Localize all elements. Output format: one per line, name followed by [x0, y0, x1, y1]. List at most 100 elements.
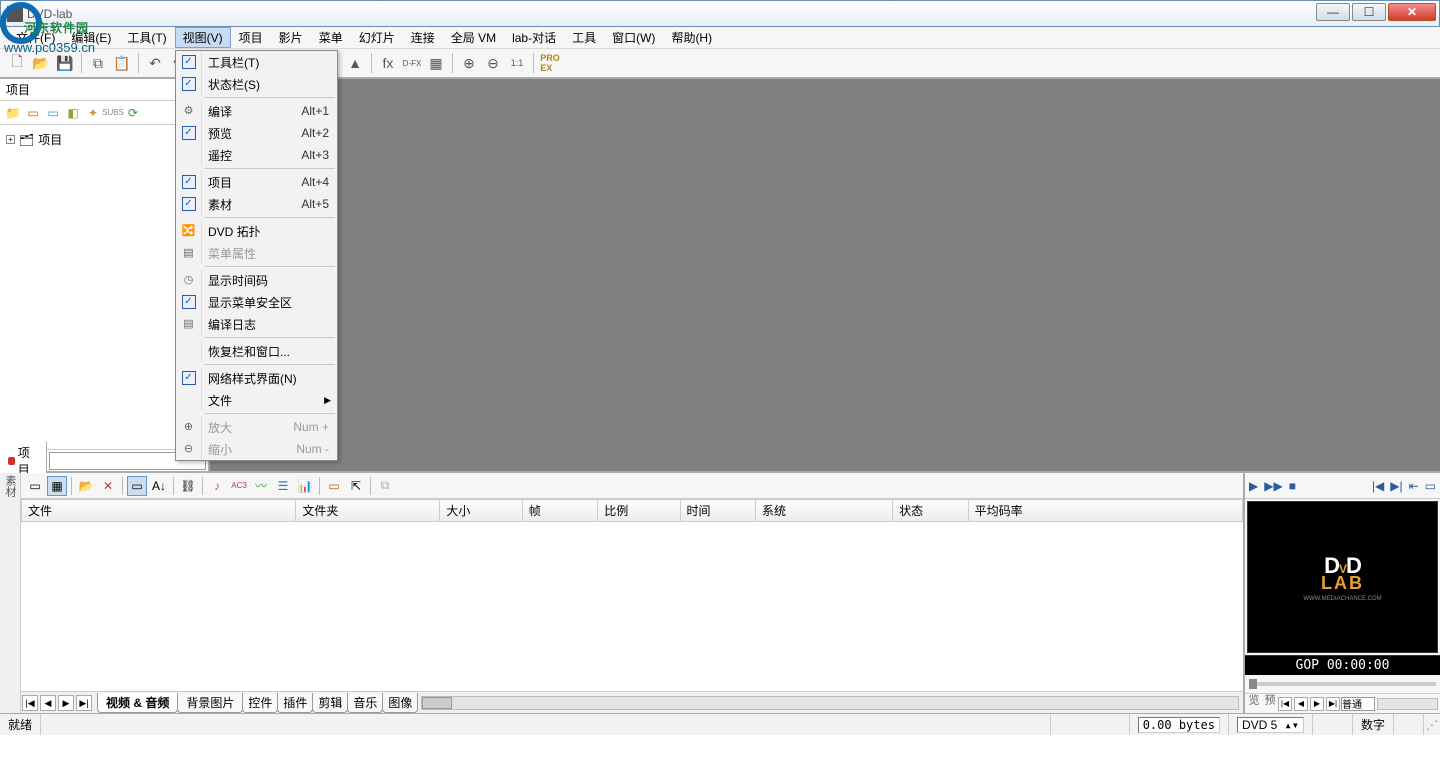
asset-delete-icon[interactable]: ✕: [98, 476, 118, 496]
menuitem-4[interactable]: ✓预览Alt+2: [176, 122, 337, 144]
assets-scrollbar[interactable]: [421, 696, 1239, 710]
open-icon[interactable]: 📂: [30, 52, 52, 74]
menu-9[interactable]: 全局 VM: [443, 27, 504, 48]
assets-table[interactable]: 文件文件夹大小帧比例时间系统状态平均码率: [21, 499, 1243, 691]
asset-wave-icon[interactable]: 〰: [251, 476, 271, 496]
asset-tab-1[interactable]: 背景图片: [177, 693, 243, 713]
asset-tab-0[interactable]: 视频 & 音频: [97, 693, 178, 713]
menu-5[interactable]: 影片: [271, 27, 311, 48]
new-icon[interactable]: 🗋: [6, 52, 28, 74]
asset-tab-4[interactable]: 剪辑: [312, 693, 348, 713]
col-7[interactable]: 状态: [893, 500, 968, 522]
menu-6[interactable]: 菜单: [311, 27, 351, 48]
menuitem-15[interactable]: ▤编译日志: [176, 313, 337, 335]
resize-grip-icon[interactable]: ⋰: [1424, 718, 1440, 732]
ff-icon[interactable]: ▶▶: [1264, 479, 1282, 493]
zoom-in-icon[interactable]: ⊕: [458, 52, 480, 74]
mark-in-icon[interactable]: ⇤: [1409, 479, 1419, 493]
menuitem-1[interactable]: ✓状态栏(S): [176, 73, 337, 95]
fx-icon[interactable]: fx: [377, 52, 399, 74]
menuitem-3[interactable]: ⚙编译Alt+1: [176, 100, 337, 122]
canvas-area[interactable]: [210, 79, 1440, 471]
film-icon[interactable]: ▦: [425, 52, 447, 74]
col-8[interactable]: 平均码率: [968, 500, 1242, 522]
col-4[interactable]: 比例: [598, 500, 680, 522]
pv-first-icon[interactable]: |◀: [1278, 697, 1292, 711]
pv-prev-icon[interactable]: ◀: [1294, 697, 1308, 711]
asset-add-icon[interactable]: ▭: [127, 476, 147, 496]
asset-copy-icon[interactable]: ⧉: [375, 476, 395, 496]
menu-2[interactable]: 工具(T): [119, 27, 174, 48]
status-disc[interactable]: DVD 5 ▴▾: [1237, 717, 1304, 733]
tree-fx-icon[interactable]: ✦: [84, 104, 102, 122]
menuitem-8[interactable]: ✓素材Alt+5: [176, 193, 337, 215]
copy-icon[interactable]: ⧉: [87, 52, 109, 74]
tab-first-icon[interactable]: |◀: [22, 695, 38, 711]
menu-11[interactable]: 工具: [564, 27, 604, 48]
pv-next-icon[interactable]: ▶: [1310, 697, 1324, 711]
col-6[interactable]: 系统: [755, 500, 892, 522]
tree-slide-icon[interactable]: ◧: [64, 104, 82, 122]
maximize-button[interactable]: ☐: [1352, 3, 1386, 21]
asset-new-icon[interactable]: ▭: [25, 476, 45, 496]
preview-mode-input[interactable]: [1341, 697, 1375, 711]
col-0[interactable]: 文件: [22, 500, 296, 522]
menuitem-14[interactable]: ✓显示菜单安全区: [176, 291, 337, 313]
step-fwd-icon[interactable]: ▶|: [1390, 479, 1402, 493]
asset-link-icon[interactable]: ⛓: [178, 476, 198, 496]
menu-13[interactable]: 帮助(H): [663, 27, 720, 48]
col-2[interactable]: 大小: [440, 500, 522, 522]
menu-7[interactable]: 幻灯片: [351, 27, 403, 48]
asset-open-icon[interactable]: 📂: [76, 476, 96, 496]
paste-icon[interactable]: 📋: [111, 52, 133, 74]
menuitem-19[interactable]: ✓网络样式界面(N): [176, 367, 337, 389]
save-icon[interactable]: 💾: [54, 52, 76, 74]
expand-icon[interactable]: +: [6, 135, 15, 144]
mark-out-icon[interactable]: ▭: [1425, 479, 1436, 493]
asset-export-icon[interactable]: ⇱: [346, 476, 366, 496]
menuitem-20[interactable]: 文件▶: [176, 389, 337, 411]
menu-8[interactable]: 连接: [403, 27, 443, 48]
asset-audio-icon[interactable]: ♪: [207, 476, 227, 496]
minimize-button[interactable]: —: [1316, 3, 1350, 21]
menu-12[interactable]: 窗口(W): [604, 27, 663, 48]
col-3[interactable]: 帧: [522, 500, 597, 522]
dfx-icon[interactable]: D-FX: [401, 52, 423, 74]
asset-tab-6[interactable]: 图像: [382, 693, 418, 713]
tree-root-item[interactable]: + 🗂 项目: [6, 131, 202, 148]
close-button[interactable]: ✕: [1388, 3, 1436, 21]
menuitem-17[interactable]: 恢复栏和窗口...: [176, 340, 337, 362]
asset-tab-2[interactable]: 控件: [242, 693, 278, 713]
menuitem-5[interactable]: 遥控Alt+3: [176, 144, 337, 166]
tree-new-icon[interactable]: 📁: [4, 104, 22, 122]
tree-subs-icon[interactable]: SUBS: [104, 104, 122, 122]
col-5[interactable]: 时间: [680, 500, 755, 522]
tree-refresh-icon[interactable]: ⟳: [124, 104, 142, 122]
asset-disc-icon[interactable]: ▭: [324, 476, 344, 496]
asset-ac3-icon[interactable]: AC3: [229, 476, 249, 496]
pro-ex-icon[interactable]: PROEX: [539, 52, 561, 74]
menu-4[interactable]: 项目: [231, 27, 271, 48]
pointer-icon[interactable]: ▲: [344, 52, 366, 74]
asset-eq-icon[interactable]: ☰: [273, 476, 293, 496]
asset-tab-3[interactable]: 插件: [277, 693, 313, 713]
tab-last-icon[interactable]: ▶|: [76, 695, 92, 711]
asset-grid-icon[interactable]: ▦: [47, 476, 67, 496]
step-back-icon[interactable]: |◀: [1372, 479, 1384, 493]
preview-scrollbar[interactable]: [1377, 698, 1438, 710]
menuitem-7[interactable]: ✓项目Alt+4: [176, 171, 337, 193]
menuitem-0[interactable]: ✓工具栏(T): [176, 51, 337, 73]
asset-chart-icon[interactable]: 📊: [295, 476, 315, 496]
tab-next-icon[interactable]: ▶: [58, 695, 74, 711]
tree-movie-icon[interactable]: ▭: [24, 104, 42, 122]
menuitem-13[interactable]: ◷显示时间码: [176, 269, 337, 291]
zoom-out-icon[interactable]: ⊖: [482, 52, 504, 74]
play-icon[interactable]: ▶: [1249, 479, 1258, 493]
tree-menu-icon[interactable]: ▭: [44, 104, 62, 122]
preview-slider[interactable]: [1245, 675, 1440, 693]
menu-10[interactable]: lab-对话: [504, 27, 564, 48]
asset-tab-5[interactable]: 音乐: [347, 693, 383, 713]
asset-sort-icon[interactable]: A↓: [149, 476, 169, 496]
zoom-11-icon[interactable]: 1:1: [506, 52, 528, 74]
tab-prev-icon[interactable]: ◀: [40, 695, 56, 711]
